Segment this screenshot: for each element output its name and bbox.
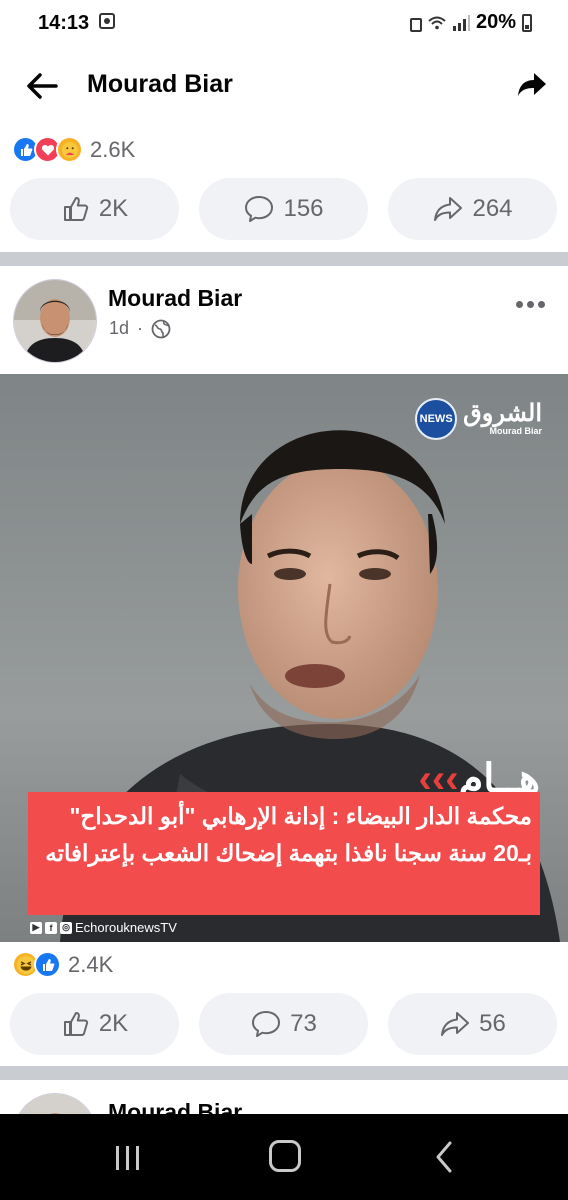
thumbs-up-icon	[63, 1012, 88, 1036]
post-divider	[0, 252, 568, 266]
share-count: 56	[479, 1010, 506, 1037]
avatar[interactable]	[13, 279, 97, 363]
avatar[interactable]	[13, 1093, 97, 1114]
share-button[interactable]: 56	[388, 993, 557, 1055]
channel-logo: NEWS الشروق Mourad Biar	[415, 398, 542, 440]
headline-box: محكمة الدار البيضاء : إدانة الإرهابي "أب…	[28, 792, 540, 915]
like-count: 2K	[98, 195, 129, 222]
status-time: 14:13	[38, 12, 90, 34]
battery-icon	[522, 13, 532, 32]
brand-name: الشروق Mourad Biar	[463, 400, 542, 437]
reaction-count: 2.6K	[90, 136, 136, 162]
notification-icon	[99, 13, 115, 29]
status-bar: 14:13 20%	[0, 0, 568, 46]
comment-icon	[245, 196, 274, 222]
share-count: 264	[472, 195, 513, 222]
like-button[interactable]: 2K	[10, 993, 179, 1055]
comment-button[interactable]: 156	[199, 178, 368, 240]
back-nav-icon[interactable]	[432, 1140, 456, 1174]
post-time[interactable]: 1d	[109, 318, 129, 339]
like-button[interactable]: 2K	[10, 178, 179, 240]
post-divider	[0, 1066, 568, 1080]
reaction-summary[interactable]: 2.4K	[12, 951, 113, 978]
app-bar: Mourad Biar	[0, 46, 568, 122]
reaction-count: 2.4K	[68, 951, 114, 977]
home-icon[interactable]	[269, 1140, 301, 1172]
arrow-left-icon[interactable]	[22, 66, 62, 106]
share-arrow-icon[interactable]	[516, 68, 548, 100]
wifi-icon	[428, 16, 446, 29]
comment-count: 156	[283, 195, 324, 222]
care-reaction-icon	[56, 136, 83, 163]
lock-icon	[409, 17, 422, 32]
globe-icon	[151, 319, 171, 338]
comment-icon	[252, 1011, 281, 1037]
channel-handle: ▶ f ◎ EchorouknewsTV	[30, 920, 177, 935]
status-indicators: 20%	[409, 11, 532, 34]
post-image[interactable]: NEWS الشروق Mourad Biar هــام››› محكمة ا…	[0, 374, 568, 942]
share-icon	[434, 197, 463, 221]
meta-separator: ·	[137, 318, 144, 338]
facebook-icon: f	[45, 921, 57, 934]
comment-button[interactable]: 73	[199, 993, 368, 1055]
headline-text: محكمة الدار البيضاء : إدانة الإرهابي "أب…	[45, 803, 532, 866]
channel-name: EchorouknewsTV	[75, 920, 177, 935]
like-count: 2K	[98, 1010, 129, 1037]
page-title: Mourad Biar	[87, 70, 233, 98]
more-options-icon[interactable]	[516, 296, 552, 312]
instagram-icon: ◎	[60, 921, 72, 934]
brand-sub: Mourad Biar	[489, 426, 542, 436]
share-button[interactable]: 264	[388, 178, 557, 240]
thumbs-up-icon	[63, 197, 88, 221]
news-badge: NEWS	[415, 398, 458, 440]
comment-count: 73	[290, 1010, 317, 1037]
recent-apps-icon[interactable]	[112, 1142, 144, 1174]
share-icon	[441, 1012, 470, 1036]
post-header: Mourad Biar 1d ·	[0, 266, 568, 374]
post-author[interactable]: Mourad Biar	[108, 285, 242, 312]
system-nav-bar	[0, 1114, 568, 1200]
reaction-summary[interactable]: 2.6K	[12, 136, 135, 163]
signal-icon	[452, 14, 470, 31]
next-post-preview: Mourad Biar	[0, 1080, 568, 1114]
like-reaction-icon	[34, 951, 61, 978]
youtube-icon: ▶	[30, 921, 42, 934]
battery-percent: 20%	[475, 11, 516, 33]
post-author[interactable]: Mourad Biar	[108, 1099, 242, 1114]
post-meta: 1d ·	[109, 318, 171, 339]
